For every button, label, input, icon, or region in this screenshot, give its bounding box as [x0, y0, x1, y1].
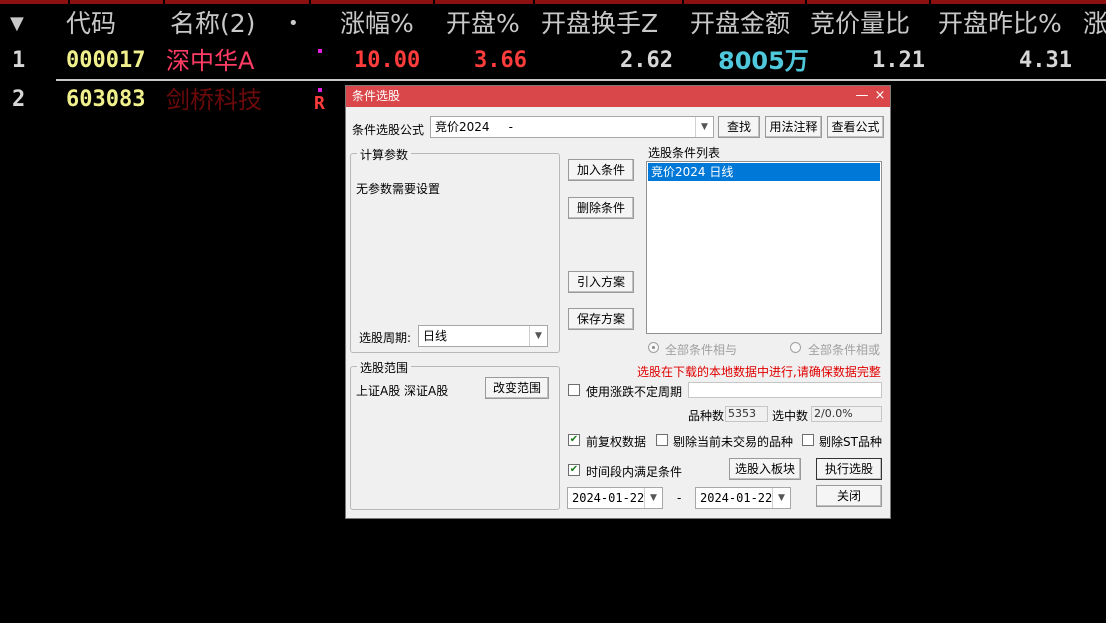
top-border: [0, 0, 1106, 4]
sort-down-icon[interactable]: ▼: [10, 6, 24, 42]
count-value: 5353: [725, 406, 768, 422]
count-label: 品种数: [688, 409, 725, 423]
period-select[interactable]: 日线 ▼: [418, 325, 548, 347]
change-pct: 10.00: [354, 48, 421, 73]
condition-list[interactable]: 竞价2024 日线: [646, 161, 882, 334]
radio-and-label: 全部条件相与: [665, 343, 738, 357]
table-header: ▼ 代码 名称(2) • 涨幅% 开盘% 开盘换手Z 开盘金额 竞价量比 开盘昨…: [0, 6, 1106, 42]
params-text: 无参数需要设置: [356, 182, 441, 196]
list-item[interactable]: 竞价2024 日线: [648, 163, 880, 181]
save-plan-button[interactable]: 保存方案: [568, 308, 634, 330]
table-row[interactable]: 1 000017 深中华A 10.00 3.66 2.62 8005万 1.21…: [0, 43, 1106, 79]
params-group: 计算参数 无参数需要设置 选股周期: 日线 ▼: [350, 146, 560, 353]
stock-name: 深中华A: [166, 47, 255, 75]
stock-name: 剑桥科技: [166, 86, 262, 114]
close-button[interactable]: 关闭: [816, 485, 882, 507]
add-condition-button[interactable]: 加入条件: [568, 159, 634, 181]
col-header-flag[interactable]: •: [288, 6, 299, 42]
chevron-down-icon[interactable]: ▼: [529, 326, 547, 346]
stock-code: 603083: [66, 87, 146, 112]
date-separator: -: [677, 491, 682, 505]
col-header-open-amount[interactable]: 开盘金额: [690, 6, 790, 42]
open-vs-prev: 4.31: [1019, 48, 1072, 73]
forward-adjust-label: 前复权数据: [586, 435, 647, 449]
dialog-title: 条件选股: [352, 89, 401, 103]
condition-list-label: 选股条件列表: [648, 146, 721, 160]
scope-group-title: 选股范围: [357, 359, 412, 376]
time-range-checkbox[interactable]: ✔: [568, 464, 580, 476]
local-data-warning: 选股在下载的本地数据中进行,请确保数据完整: [637, 365, 881, 379]
exclude-st-label: 剔除ST品种: [819, 435, 882, 449]
chevron-down-icon[interactable]: ▼: [644, 488, 662, 508]
row-index: 1: [12, 48, 26, 73]
usage-notes-button[interactable]: 用法注释: [765, 116, 822, 138]
period-value: 日线: [423, 329, 448, 343]
close-icon[interactable]: ×: [872, 86, 888, 106]
col-header-change-pct[interactable]: 涨幅%: [340, 6, 414, 42]
change-scope-button[interactable]: 改变范围: [485, 377, 549, 399]
selected-row-underline: [56, 79, 1106, 81]
selected-label: 选中数: [772, 409, 809, 423]
col-header-partial[interactable]: 涨: [1083, 6, 1106, 42]
exclude-st-checkbox[interactable]: [802, 434, 814, 446]
end-date-picker[interactable]: 2024-01-22 ▼: [695, 487, 791, 509]
delete-condition-button[interactable]: 删除条件: [568, 197, 634, 219]
end-date-value: 2024-01-22: [700, 491, 773, 505]
execute-button[interactable]: 执行选股: [816, 458, 882, 480]
start-date-value: 2024-01-22: [572, 491, 645, 505]
params-group-title: 计算参数: [357, 146, 412, 163]
chevron-down-icon[interactable]: ▼: [772, 488, 790, 508]
exclude-untraded-checkbox[interactable]: [656, 434, 668, 446]
marker-dot: [318, 49, 322, 53]
scope-text: 上证A股 深证A股: [356, 384, 449, 398]
period-label: 选股周期:: [359, 331, 412, 345]
radio-or[interactable]: [790, 342, 801, 353]
exclude-untraded-label: 剔除当前未交易的品种: [673, 435, 794, 449]
variable-period-checkbox[interactable]: [568, 384, 580, 396]
title-bar[interactable]: 条件选股 — ×: [346, 86, 890, 107]
variable-period-input[interactable]: [688, 382, 882, 398]
row-index: 2: [12, 87, 26, 112]
col-header-open-pct[interactable]: 开盘%: [446, 6, 520, 42]
import-plan-button[interactable]: 引入方案: [568, 271, 634, 293]
formula-label: 条件选股公式: [352, 123, 425, 137]
minimize-icon[interactable]: —: [854, 86, 870, 106]
scope-group: 选股范围 上证A股 深证A股 改变范围: [350, 359, 560, 510]
marker-dot: [318, 88, 322, 92]
find-button[interactable]: 查找: [718, 116, 760, 138]
open-amount: 8005万: [718, 47, 809, 75]
formula-value: 竞价2024 -: [435, 120, 513, 134]
formula-select[interactable]: 竞价2024 - ▼: [430, 116, 714, 138]
col-header-code[interactable]: 代码: [66, 6, 116, 42]
time-range-label: 时间段内满足条件: [586, 465, 683, 479]
open-turnover: 2.62: [620, 48, 673, 73]
forward-adjust-checkbox[interactable]: ✔: [568, 434, 580, 446]
radio-and[interactable]: [648, 342, 659, 353]
start-date-picker[interactable]: 2024-01-22 ▼: [567, 487, 663, 509]
radio-or-label: 全部条件相或: [808, 343, 881, 357]
variable-period-label: 使用涨跌不定周期: [586, 385, 683, 399]
chevron-down-icon[interactable]: ▼: [695, 117, 713, 137]
col-header-name[interactable]: 名称(2): [170, 6, 255, 42]
col-header-open-vs-prev[interactable]: 开盘昨比%: [938, 6, 1062, 42]
condition-stock-picker-dialog: 条件选股 — × 条件选股公式 竞价2024 - ▼ 查找 用法注释 查看公式 …: [345, 85, 891, 519]
col-header-auction-volume-ratio[interactable]: 竞价量比: [810, 6, 910, 42]
auction-volume-ratio: 1.21: [872, 48, 925, 73]
view-formula-button[interactable]: 查看公式: [827, 116, 884, 138]
add-to-block-button[interactable]: 选股入板块: [729, 458, 801, 480]
selected-value: 2/0.0%: [811, 406, 882, 422]
open-pct: 3.66: [474, 48, 527, 73]
stock-code: 000017: [66, 48, 146, 73]
col-header-open-turnover[interactable]: 开盘换手Z: [541, 6, 658, 42]
